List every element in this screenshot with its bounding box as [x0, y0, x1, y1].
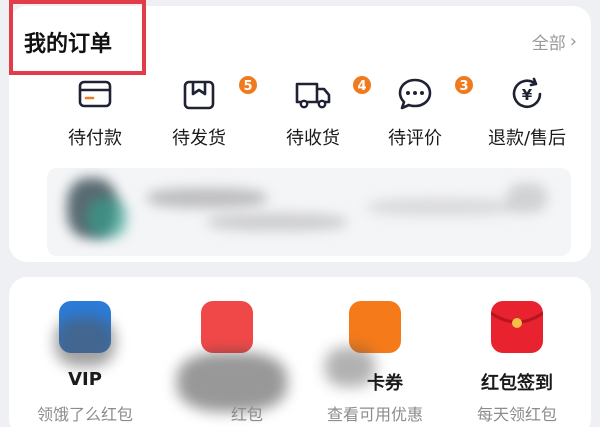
redpacket-shop-icon — [201, 301, 253, 353]
recent-order-preview[interactable] — [47, 168, 571, 256]
chevron-right-icon: › — [569, 31, 577, 52]
service-subtitle: 每天领红包 — [476, 405, 557, 424]
service-subtitle: 领饿了么红包 — [36, 405, 133, 424]
wallet-icon — [75, 74, 115, 114]
status-pending-payment[interactable]: 待付款 — [45, 68, 145, 149]
badge: 5 — [237, 74, 259, 96]
status-label: 待评价 — [388, 128, 442, 149]
title-highlight-box — [9, 0, 146, 75]
coupon-icon — [349, 301, 401, 353]
service-checkin[interactable]: 红包签到 每天领红包 — [447, 277, 587, 427]
status-label: 退款/售后 — [487, 128, 567, 149]
red-envelope-icon — [490, 301, 544, 353]
status-refund-after-sales[interactable]: ¥ 退款/售后 — [477, 68, 577, 149]
badge: 3 — [453, 74, 475, 96]
services-card: VIP 领饿了么红包 红包 卡券 查看可用优惠 红包签到 每天领红包 — [9, 277, 591, 427]
status-label: 待收货 — [286, 128, 340, 149]
service-vip[interactable]: VIP 领饿了么红包 — [15, 277, 155, 427]
status-pending-review[interactable]: 3 待评价 — [365, 68, 475, 149]
comment-icon: 3 — [395, 74, 475, 114]
service-red-packet[interactable]: 红包 — [157, 277, 297, 427]
service-title: 卡券 — [367, 373, 403, 394]
svg-text:¥: ¥ — [522, 86, 533, 104]
service-coupons[interactable]: 卡券 查看可用优惠 — [305, 277, 445, 427]
orders-view-all-link[interactable]: 全部 › — [532, 29, 577, 54]
package-icon: 5 — [179, 74, 259, 114]
service-subtitle: 红包 — [230, 405, 263, 424]
service-title: VIP — [68, 369, 102, 390]
refund-icon: ¥ — [507, 74, 547, 114]
service-subtitle: 查看可用优惠 — [326, 405, 423, 424]
status-label: 待发货 — [172, 128, 226, 149]
status-pending-receipt[interactable]: 4 待收货 — [263, 68, 373, 149]
orders-view-all-label: 全部 — [531, 34, 566, 54]
status-label: 待付款 — [68, 128, 122, 149]
service-title: 红包签到 — [481, 373, 553, 394]
status-pending-shipment[interactable]: 5 待发货 — [149, 68, 259, 149]
truck-icon: 4 — [293, 74, 373, 114]
order-status-row: 待付款 5 待发货 4 待收货 3 待评价 ¥ 退款/售后 — [9, 68, 591, 149]
